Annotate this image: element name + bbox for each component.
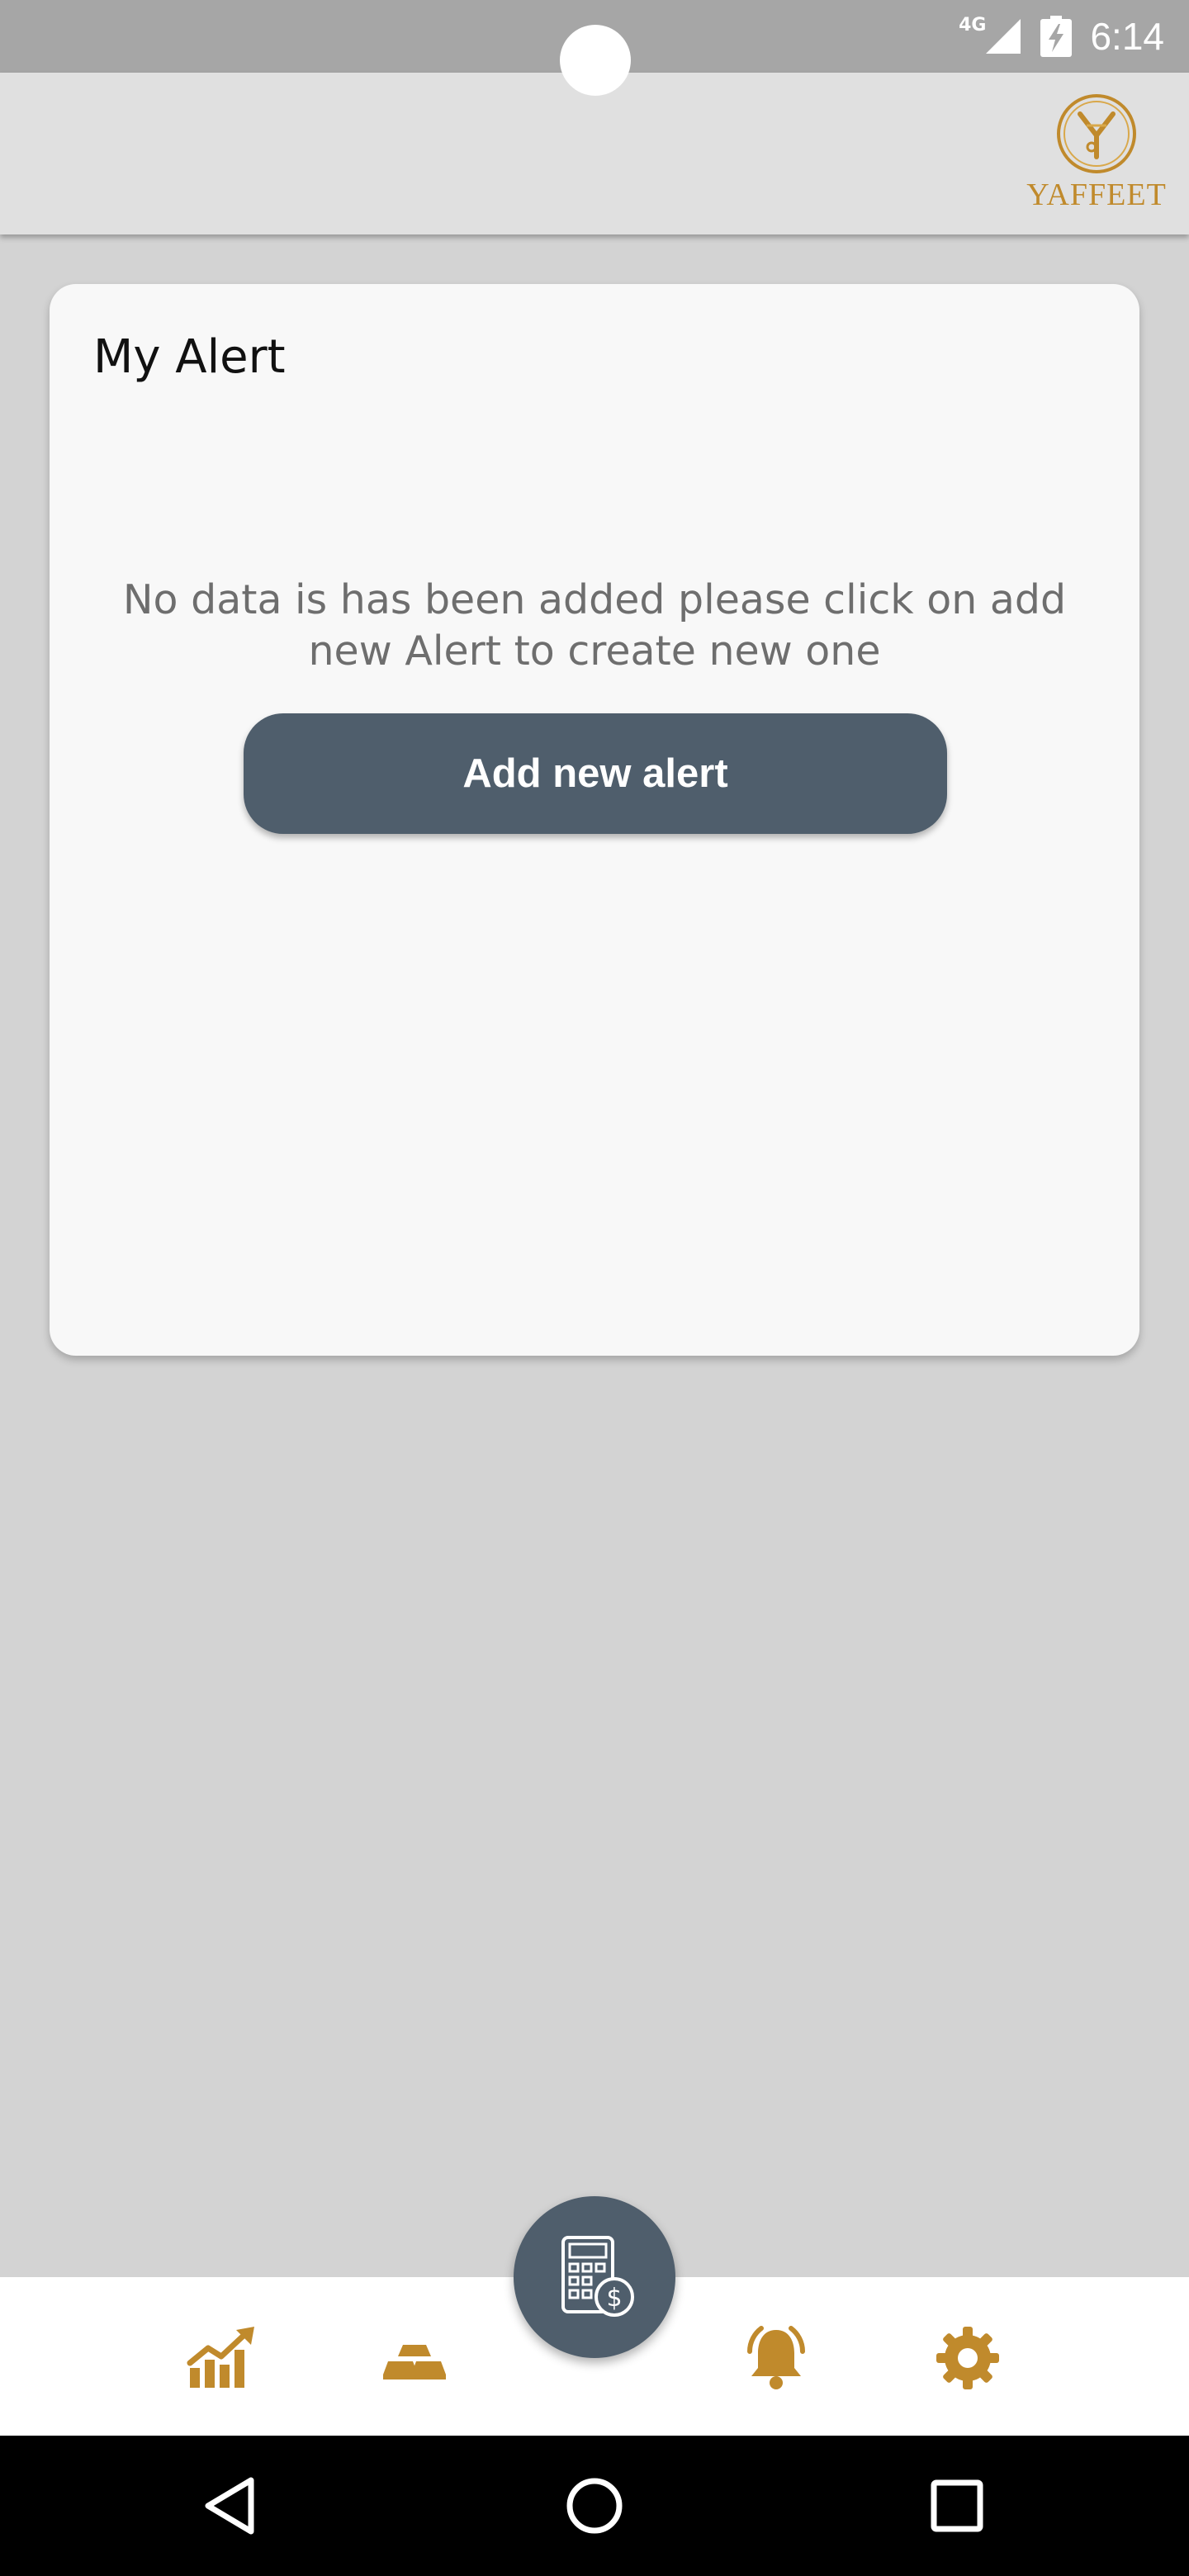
calculator-fab-button[interactable]: $ xyxy=(514,2196,675,2358)
gold-bars-icon xyxy=(383,2345,446,2379)
nav-item-settings[interactable] xyxy=(930,2320,1006,2396)
app-logo[interactable]: YAFFEET xyxy=(1024,92,1169,216)
camera-cutout xyxy=(560,25,631,96)
chart-growth-icon xyxy=(187,2327,254,2388)
status-indicators: 4G 6:14 xyxy=(959,0,1164,73)
home-button[interactable] xyxy=(559,2470,630,2541)
yaffeet-emblem-icon xyxy=(1057,94,1136,173)
nav-item-alerts[interactable] xyxy=(738,2320,814,2396)
svg-text:$: $ xyxy=(606,2284,622,2313)
gear-icon xyxy=(936,2327,999,2389)
app-bar: YAFFEET xyxy=(0,73,1189,234)
system-navigation-bar xyxy=(0,2436,1189,2576)
signal-icon xyxy=(986,19,1021,54)
add-new-alert-button[interactable]: Add new alert xyxy=(244,713,947,834)
recents-icon xyxy=(931,2479,983,2532)
back-button[interactable] xyxy=(197,2470,268,2541)
calculator-dollar-icon: $ xyxy=(561,2236,634,2317)
nav-item-gold[interactable] xyxy=(377,2320,452,2396)
battery-charging-icon xyxy=(1040,16,1073,57)
status-time: 6:14 xyxy=(1090,15,1164,58)
empty-state-message: No data is has been added please click o… xyxy=(122,576,1067,675)
recents-button[interactable] xyxy=(921,2470,992,2541)
logo-text: YAFFEET xyxy=(1026,178,1167,212)
nav-item-chart[interactable] xyxy=(183,2320,259,2396)
card-title: My Alert xyxy=(93,330,286,384)
alert-card: My Alert No data is has been added pleas… xyxy=(50,284,1139,1356)
back-icon xyxy=(205,2477,254,2535)
home-icon xyxy=(566,2478,623,2534)
bell-ringing-icon xyxy=(747,2326,805,2389)
